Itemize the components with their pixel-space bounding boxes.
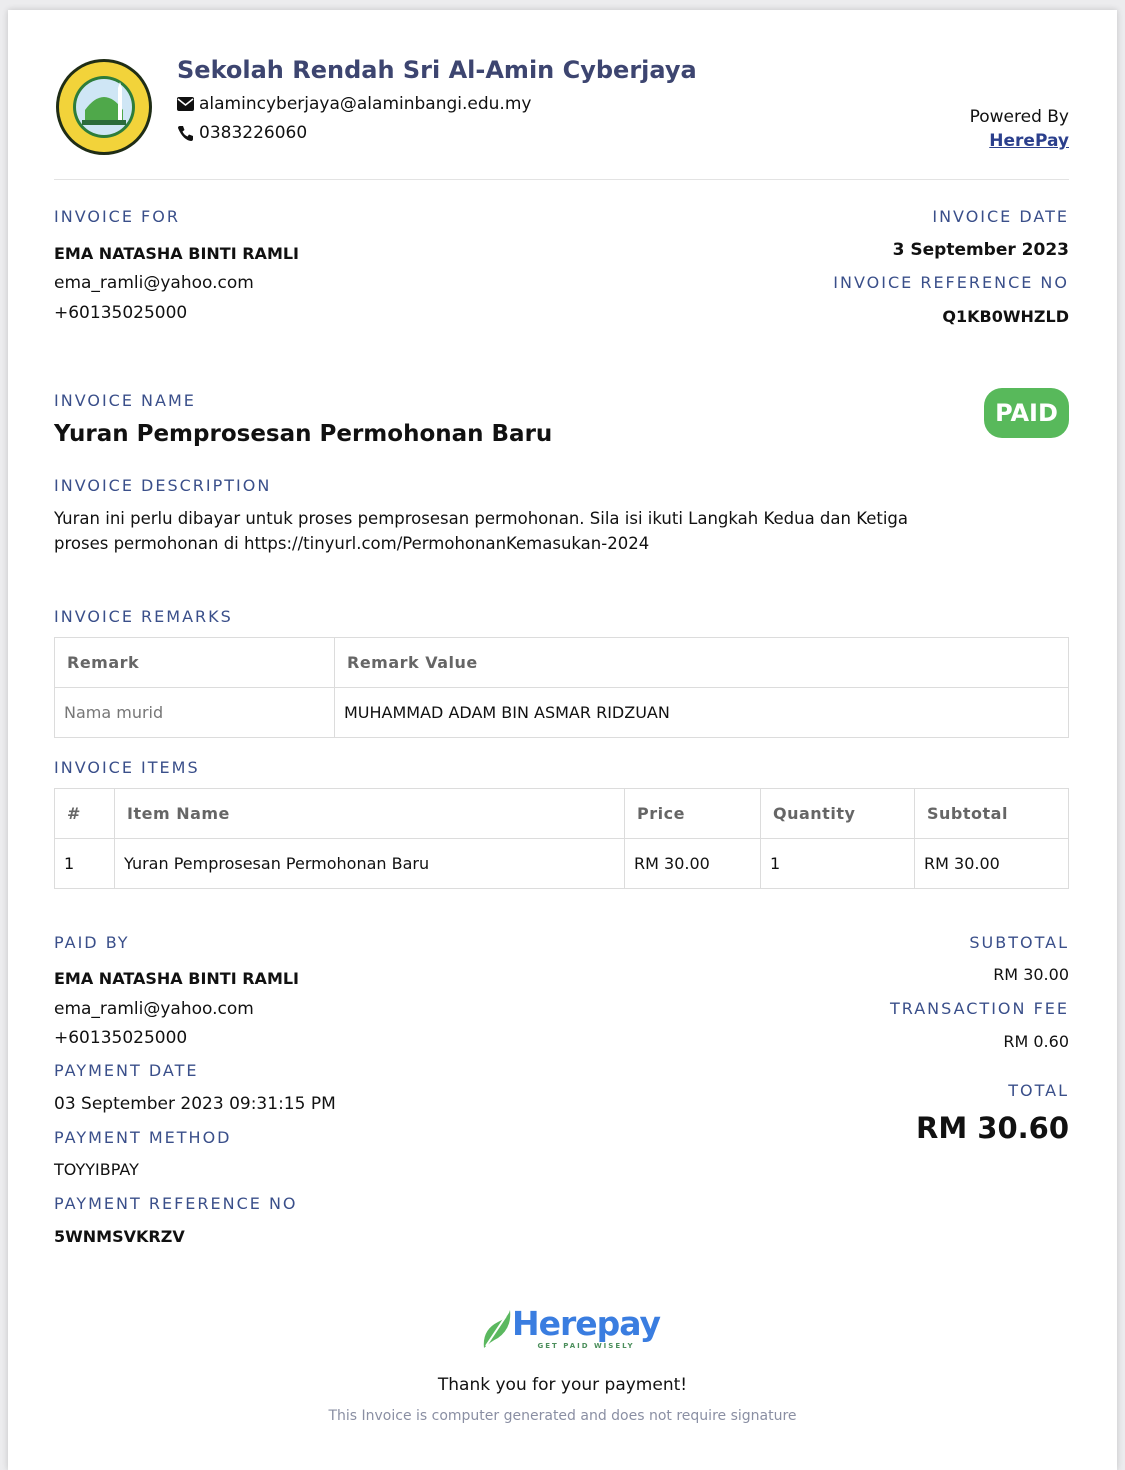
payment-method: TOYYIBPAY bbox=[54, 1160, 139, 1179]
school-email-row: alamincyberjaya@alaminbangi.edu.my bbox=[177, 94, 531, 114]
paid-by-name: EMA NATASHA BINTI RAMLI bbox=[54, 969, 300, 988]
invoice-page: Sekolah Rendah Sri Al-Amin Cyberjaya ala… bbox=[8, 10, 1117, 1470]
paid-by-label: PAID BY bbox=[54, 933, 130, 952]
payment-date: 03 September 2023 09:31:15 PM bbox=[54, 1094, 336, 1114]
leaf-icon bbox=[483, 1309, 511, 1348]
invoice-date: 3 September 2023 bbox=[892, 240, 1069, 260]
school-email: alamincyberjaya@alaminbangi.edu.my bbox=[199, 94, 532, 114]
payment-reference: 5WNMSVKRZV bbox=[54, 1227, 185, 1246]
items-header-row: # Item Name Price Quantity Subtotal bbox=[54, 788, 1069, 839]
herepay-link[interactable]: HerePay bbox=[970, 131, 1069, 151]
paid-by-email: ema_ramli@yahoo.com bbox=[54, 999, 254, 1019]
remarks-header-remark: Remark bbox=[54, 637, 335, 688]
school-phone-row: 0383226060 bbox=[177, 123, 307, 143]
invoice-ref-label: INVOICE REFERENCE NO bbox=[833, 273, 1069, 292]
invoice-name-label: INVOICE NAME bbox=[54, 391, 196, 410]
transaction-fee-value: RM 0.60 bbox=[1003, 1032, 1069, 1051]
school-phone: 0383226060 bbox=[199, 123, 308, 143]
table-row: Nama murid MUHAMMAD ADAM BIN ASMAR RIDZU… bbox=[54, 687, 1069, 738]
total-value: RM 30.60 bbox=[915, 1111, 1069, 1145]
items-header-subtotal: Subtotal bbox=[914, 788, 1069, 839]
herepay-logo-word: Herepay bbox=[512, 1304, 661, 1343]
invoice-description-label: INVOICE DESCRIPTION bbox=[54, 476, 272, 495]
invoice-name: Yuran Pemprosesan Permohonan Baru bbox=[54, 421, 553, 447]
invoice-for-email: ema_ramli@yahoo.com bbox=[54, 273, 254, 293]
invoice-for-phone: +60135025000 bbox=[54, 303, 188, 323]
payment-reference-label: PAYMENT REFERENCE NO bbox=[54, 1194, 298, 1213]
item-quantity: 1 bbox=[760, 838, 915, 889]
paid-by-phone: +60135025000 bbox=[54, 1028, 188, 1048]
remarks-header-row: Remark Remark Value bbox=[54, 637, 1069, 688]
thank-you-message: Thank you for your payment! bbox=[437, 1375, 688, 1395]
invoice-items-label: INVOICE ITEMS bbox=[54, 758, 200, 777]
paid-status-badge: PAID bbox=[984, 388, 1069, 438]
total-label: TOTAL bbox=[1008, 1081, 1069, 1100]
remark-key: Nama murid bbox=[54, 687, 335, 738]
payment-method-label: PAYMENT METHOD bbox=[54, 1128, 232, 1147]
subtotal-label: SUBTOTAL bbox=[969, 933, 1069, 952]
invoice-remarks-label: INVOICE REMARKS bbox=[54, 607, 233, 626]
item-name: Yuran Pemprosesan Permohonan Baru bbox=[114, 838, 625, 889]
items-table: # Item Name Price Quantity Subtotal 1 Yu… bbox=[54, 788, 1069, 889]
items-header-price: Price bbox=[624, 788, 761, 839]
items-header-index: # bbox=[54, 788, 115, 839]
invoice-ref: Q1KB0WHZLD bbox=[942, 307, 1069, 326]
transaction-fee-label: TRANSACTION FEE bbox=[889, 999, 1069, 1018]
invoice-for-name: EMA NATASHA BINTI RAMLI bbox=[54, 244, 300, 263]
invoice-description-line-1: Yuran ini perlu dibayar untuk proses pem… bbox=[54, 509, 908, 528]
herepay-logo-tagline: GET PAID WISELY bbox=[537, 1342, 635, 1350]
remarks-header-value: Remark Value bbox=[334, 637, 1069, 688]
remarks-table: Remark Remark Value Nama murid MUHAMMAD … bbox=[54, 637, 1069, 738]
invoice-description-line-2: proses permohonan di https://tinyurl.com… bbox=[54, 534, 650, 553]
envelope-icon bbox=[177, 97, 194, 111]
subtotal-value: RM 30.00 bbox=[993, 965, 1069, 984]
items-header-name: Item Name bbox=[114, 788, 625, 839]
herepay-logo: Herepay GET PAID WISELY bbox=[480, 1304, 661, 1350]
school-name: Sekolah Rendah Sri Al-Amin Cyberjaya bbox=[177, 56, 697, 84]
header-divider bbox=[54, 179, 1069, 180]
table-row: 1 Yuran Pemprosesan Permohonan Baru RM 3… bbox=[54, 838, 1069, 889]
item-price: RM 30.00 bbox=[624, 838, 761, 889]
computer-generated-note: This Invoice is computer generated and d… bbox=[328, 1408, 797, 1424]
items-header-quantity: Quantity bbox=[760, 788, 915, 839]
phone-icon bbox=[178, 125, 193, 141]
item-index: 1 bbox=[54, 838, 115, 889]
invoice-for-label: INVOICE FOR bbox=[54, 207, 180, 226]
payment-date-label: PAYMENT DATE bbox=[54, 1061, 199, 1080]
remark-value: MUHAMMAD ADAM BIN ASMAR RIDZUAN bbox=[334, 687, 1069, 738]
school-logo bbox=[55, 58, 153, 156]
powered-by: Powered By HerePay bbox=[970, 107, 1069, 151]
item-subtotal: RM 30.00 bbox=[914, 838, 1069, 889]
powered-by-label: Powered By bbox=[969, 107, 1069, 127]
invoice-date-label: INVOICE DATE bbox=[932, 207, 1069, 226]
